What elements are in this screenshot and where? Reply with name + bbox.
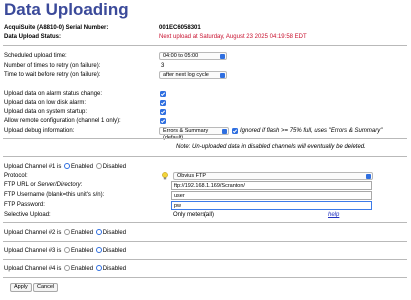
page-title: Data Uploading (4, 0, 129, 19)
channel2-disabled-label[interactable]: Disabled (103, 230, 126, 236)
apply-button[interactable]: Apply (10, 283, 32, 292)
serial-number-label: AcquiSuite (A8810-0) Serial Number: (4, 25, 109, 31)
retries-label: Number of times to retry (on failure): (4, 63, 101, 69)
ftp-password-label: FTP Password: (4, 202, 45, 208)
uploaded-data-note: Note: Un-uploaded data in disabled chann… (176, 144, 366, 150)
channel3-label: Upload Channel #3 is (4, 248, 62, 254)
scheduled-time-value: 04:00 to 05:00 (163, 53, 199, 59)
only-meters-value: (all) (204, 212, 214, 218)
ftp-password-input[interactable]: pw (171, 201, 372, 210)
channel1-enabled-label[interactable]: Enabled (71, 164, 93, 170)
divider (3, 156, 407, 157)
channel4-enabled-label[interactable]: Enabled (71, 266, 93, 272)
ftp-username-label: FTP Username (blank=this unit's s/n): (4, 192, 105, 198)
channel4-status: Upload Channel #4 is Enabled Disabled (4, 265, 126, 274)
retry-wait-value: after next log cycle (163, 72, 209, 78)
startup-upload-checkbox[interactable] (160, 109, 166, 115)
channel1-enabled-radio[interactable] (64, 163, 71, 169)
ftp-url-label: FTP URL or Server/Directory: (4, 182, 83, 188)
cancel-button[interactable]: Cancel (33, 283, 59, 292)
channel4-enabled-radio[interactable] (64, 265, 71, 271)
lightbulb-icon (162, 172, 168, 180)
lowdisk-upload-label: Upload data on low disk alarm: (4, 100, 87, 106)
dropdown-arrow-icon (366, 174, 371, 179)
startup-upload-label: Upload data on system startup: (4, 109, 88, 115)
alarm-upload-label: Upload data on alarm status change: (4, 91, 103, 97)
divider (3, 138, 407, 139)
divider (3, 259, 407, 260)
ftp-url-input[interactable]: ftp://192.168.1.169/Scranton/ (171, 181, 372, 190)
alarm-upload-checkbox[interactable] (160, 91, 166, 97)
upload-status-value: Next upload at Saturday, August 23 2025 … (159, 34, 307, 40)
divider (3, 241, 407, 242)
channel3-disabled-radio[interactable] (95, 247, 102, 253)
retries-value[interactable]: 3 (161, 62, 164, 71)
protocol-select[interactable]: Obvius FTP (173, 172, 373, 180)
channel1-status: Upload Channel #1 is Enabled Disabled (4, 163, 126, 172)
channel3-status: Upload Channel #3 is Enabled Disabled (4, 247, 126, 256)
lowdisk-upload-checkbox[interactable] (160, 100, 166, 106)
channel2-status: Upload Channel #2 is Enabled Disabled (4, 229, 126, 238)
protocol-hint-row (0, 172, 170, 181)
dropdown-arrow-icon (222, 129, 227, 134)
selective-upload-label: Selective Upload: (4, 212, 51, 218)
channel3-enabled-label[interactable]: Enabled (71, 248, 93, 254)
retry-wait-label: Time to wait before retry (on failure): (4, 72, 101, 78)
debug-info-value: Errors & Summary (default) (163, 128, 209, 141)
channel4-disabled-radio[interactable] (95, 265, 102, 271)
channel1-disabled-radio[interactable] (95, 163, 102, 169)
divider (3, 277, 407, 278)
channel1-disabled-label[interactable]: Disabled (103, 164, 126, 170)
channel1-label: Upload Channel #1 is (4, 164, 62, 170)
channel4-label: Upload Channel #4 is (4, 266, 62, 272)
channel2-disabled-radio[interactable] (95, 229, 102, 235)
divider (3, 222, 407, 223)
retry-wait-select[interactable]: after next log cycle (159, 71, 227, 79)
ftp-username-input[interactable]: user (171, 191, 372, 200)
channel2-label: Upload Channel #2 is (4, 230, 62, 236)
channel4-disabled-label[interactable]: Disabled (103, 266, 126, 272)
scheduled-time-select[interactable]: 04:00 to 05:00 (159, 52, 227, 60)
channel3-enabled-radio[interactable] (64, 247, 71, 253)
only-meters-label: Only meters: (173, 212, 208, 218)
channel2-enabled-radio[interactable] (64, 229, 71, 235)
channel3-disabled-label[interactable]: Disabled (103, 248, 126, 254)
remote-config-checkbox[interactable] (160, 118, 166, 124)
debug-info-select[interactable]: Errors & Summary (default) (159, 127, 229, 141)
divider (3, 45, 407, 46)
debug-info-label: Upload debug information: (4, 128, 75, 134)
debug-ignore-checkbox[interactable] (232, 128, 238, 134)
dropdown-arrow-icon (220, 54, 225, 59)
serial-number-value: 001EC6058301 (159, 25, 201, 31)
scheduled-time-label: Scheduled upload time: (4, 53, 67, 59)
channel2-enabled-label[interactable]: Enabled (71, 230, 93, 236)
remote-config-label: Allow remote configuration (channel 1 on… (4, 118, 121, 124)
debug-ignore-note: Ignored if flash >= 75% full, uses "Erro… (240, 128, 383, 134)
protocol-value: Obvius FTP (177, 173, 207, 179)
help-link[interactable]: help (328, 211, 339, 220)
dropdown-arrow-icon (220, 73, 225, 78)
upload-status-label: Data Upload Status: (4, 34, 62, 40)
